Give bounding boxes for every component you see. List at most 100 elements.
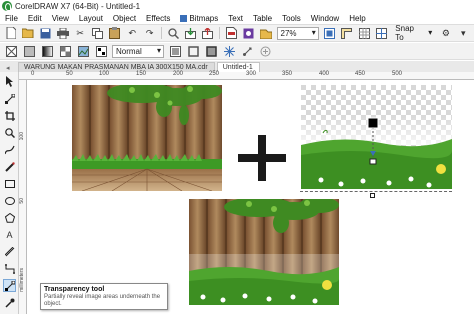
ruler-label: 450 (355, 71, 366, 77)
vertical-ruler[interactable]: 100 50 millimeters (19, 80, 27, 314)
ruler-label: 350 (282, 71, 293, 77)
bitmap-pattern-transparency-icon[interactable] (76, 44, 90, 58)
copy-transparency-icon[interactable] (240, 44, 254, 58)
bitmaps-icon (180, 14, 188, 22)
ruler-label: 150 (136, 71, 147, 77)
toolbar-separator (161, 27, 163, 39)
print-icon[interactable] (56, 26, 69, 40)
menu-file[interactable]: File (2, 14, 21, 23)
export-icon[interactable] (201, 26, 214, 40)
merge-mode-select[interactable]: Normal (112, 44, 164, 58)
menu-window[interactable]: Window (308, 14, 342, 23)
snap-to-dropdown[interactable]: Snap To (392, 24, 433, 42)
cut-icon[interactable]: ✂ (74, 26, 87, 40)
ellipse-tool-icon[interactable] (3, 194, 16, 207)
search-content-icon[interactable] (166, 26, 179, 40)
artistic-media-tool-icon[interactable] (3, 160, 16, 173)
result-composite-photo[interactable] (189, 199, 339, 305)
menu-tools[interactable]: Tools (279, 14, 304, 23)
ruler-label: 50 (66, 71, 73, 77)
menu-effects[interactable]: Effects (143, 14, 173, 23)
eyedropper-tool-icon[interactable] (3, 296, 16, 309)
options-gear-icon[interactable]: ⚙ (439, 26, 452, 40)
window-title: CorelDRAW X7 (64-Bit) - Untitled-1 (15, 1, 141, 11)
show-grid-icon[interactable] (358, 26, 371, 40)
edit-transparency-icon[interactable] (258, 44, 272, 58)
menu-layout[interactable]: Layout (76, 14, 106, 23)
ruler-label: 200 (173, 71, 184, 77)
full-screen-preview-icon[interactable] (323, 26, 336, 40)
import-icon[interactable] (184, 26, 197, 40)
transparency-tool-tooltip: Transparency tool Partially reveal image… (40, 283, 168, 310)
show-guidelines-icon[interactable] (375, 26, 388, 40)
ruler-label: 250 (209, 71, 220, 77)
redo-icon[interactable]: ↷ (143, 26, 156, 40)
paste-icon[interactable] (108, 26, 121, 40)
open-folder-icon[interactable] (21, 26, 34, 40)
menu-text[interactable]: Text (225, 14, 246, 23)
transparency-outline-icon[interactable] (186, 44, 200, 58)
coreldraw-app-icon (2, 1, 12, 11)
freeze-transparency-icon[interactable] (222, 44, 236, 58)
zoom-level-select[interactable]: 27% (276, 26, 319, 40)
freehand-tool-icon[interactable] (3, 143, 16, 156)
toolbar-separator (219, 27, 221, 39)
ruler-label: 400 (319, 71, 330, 77)
publish-pdf-icon[interactable] (224, 26, 237, 40)
fountain-transparency-icon[interactable] (40, 44, 54, 58)
tab-label: WARUNG MAKAN PRASMANAN MBA IA 300X150 MA… (24, 64, 208, 71)
shape-tool-icon[interactable] (3, 92, 16, 105)
ruler-label: 300 (246, 71, 257, 77)
two-color-pattern-transparency-icon[interactable] (94, 44, 108, 58)
fence-photo[interactable] (72, 85, 222, 191)
application-launcher-icon[interactable] (259, 26, 272, 40)
transparency-handle-line[interactable] (366, 117, 380, 165)
selection-bounding-box (300, 191, 452, 195)
corel-connect-icon[interactable] (242, 26, 255, 40)
vector-pattern-transparency-icon[interactable] (58, 44, 72, 58)
no-transparency-icon[interactable] (4, 44, 18, 58)
menu-bitmaps-label: Bitmaps (189, 13, 219, 23)
more-arrow-icon[interactable]: ▾ (457, 26, 470, 40)
transparency-tool-icon[interactable] (3, 279, 16, 292)
tooltip-title: Transparency tool (44, 286, 105, 293)
menu-help[interactable]: Help (346, 14, 368, 23)
text-tool-icon[interactable]: A (3, 228, 16, 241)
transparency-fill-icon[interactable] (168, 44, 182, 58)
ruler-label: 100 (19, 132, 25, 141)
merge-mode-value: Normal (116, 46, 142, 56)
rectangle-tool-icon[interactable] (3, 177, 16, 190)
transparency-all-icon[interactable] (204, 44, 218, 58)
copy-icon[interactable] (91, 26, 104, 40)
zoom-tool-icon[interactable] (3, 126, 16, 139)
tab-scroll-left-icon[interactable]: ◂ (6, 64, 16, 72)
uniform-transparency-icon[interactable] (22, 44, 36, 58)
plus-sign-shape[interactable] (238, 135, 286, 181)
snap-to-label: Snap To (395, 24, 414, 42)
menu-table[interactable]: Table (250, 14, 275, 23)
tab-warung-makan-document[interactable]: WARUNG MAKAN PRASMANAN MBA IA 300X150 MA… (18, 62, 215, 72)
selection-handle[interactable] (370, 193, 375, 198)
ruler-label: 0 (31, 71, 35, 77)
menu-object[interactable]: Object (110, 14, 139, 23)
polygon-tool-icon[interactable] (3, 211, 16, 224)
menu-view[interactable]: View (49, 14, 72, 23)
ruler-units-label: millimeters (19, 268, 25, 292)
connector-tool-icon[interactable] (3, 262, 16, 275)
undo-icon[interactable]: ↶ (126, 26, 139, 40)
save-icon[interactable] (39, 26, 52, 40)
tooltip-description: Partially reveal image areas underneath … (44, 294, 161, 307)
pick-tool-icon[interactable] (3, 75, 16, 88)
menu-bitmaps[interactable]: Bitmaps (177, 14, 221, 23)
show-rulers-icon[interactable] (340, 26, 353, 40)
toolbox: A (0, 72, 19, 314)
tab-label: Untitled-1 (222, 64, 253, 71)
horizontal-ruler[interactable]: 0 50 100 150 200 250 300 350 400 450 500 (19, 71, 474, 80)
zoom-level-value: 27% (280, 28, 297, 38)
standard-toolbar: ✂ ↶ ↷ 27% Snap To ⚙ ▾ (0, 24, 474, 42)
new-document-icon[interactable] (4, 26, 17, 40)
menu-edit[interactable]: Edit (25, 14, 45, 23)
parallel-dimension-tool-icon[interactable] (3, 245, 16, 258)
crop-tool-icon[interactable] (3, 109, 16, 122)
ruler-label: 100 (99, 71, 110, 77)
